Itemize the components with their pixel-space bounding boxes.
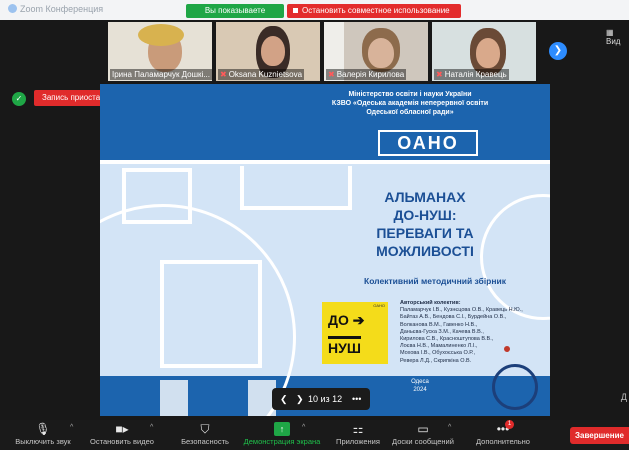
more-button[interactable]: ••• Дополнительно 1 — [470, 420, 536, 450]
zoom-logo-icon — [8, 4, 17, 13]
side-label: Д — [620, 392, 627, 402]
slide-city: Одеса 2024 — [400, 378, 440, 394]
chevron-right-icon: ❯ — [296, 394, 304, 404]
title-line: ПЕРЕВАГИ ТА — [376, 225, 474, 241]
view-label: Вид — [606, 37, 621, 46]
author-line: Волканова В.М., Гавенко Н.В., — [400, 321, 478, 328]
microphone-icon: 🎙 — [35, 422, 51, 436]
security-button[interactable]: ⛉ Безопасность — [176, 420, 234, 450]
prev-slide-button[interactable]: ❮ — [280, 388, 288, 410]
participant-name-row: ✖ Oksana Kuznietsova — [218, 69, 305, 80]
participant-tile-2[interactable]: ✖ Oksana Kuznietsova — [216, 22, 320, 81]
security-label: Безопасность — [181, 437, 229, 446]
title-line: АЛЬМАНАХ — [384, 189, 466, 205]
participant-tile-1[interactable]: Ірина Паламарчук Дошкі... — [108, 22, 212, 81]
author-line: Лоєва Н.В., Мамалиненко Л.І., — [400, 343, 478, 350]
shield-icon[interactable]: ✓ — [12, 92, 26, 106]
participant-name: Ірина Паламарчук Дошкі... — [110, 69, 212, 80]
stop-share-label: Остановить совместное использование — [302, 6, 450, 15]
author-line: Кирилова С.В., Красноштупова В.В., — [400, 336, 494, 343]
participant-name: Oksana Kuznietsova — [228, 70, 303, 79]
meeting-toolbar: 🎙 Выключить звук ^ ■▸ Остановить видео ^… — [0, 420, 629, 450]
decor-dot — [504, 346, 510, 352]
view-button[interactable]: ▦ Вид — [606, 28, 629, 46]
authors-list: Авторський колектив: Паламарчук І.В., Ку… — [400, 300, 530, 365]
more-options-button[interactable]: ••• — [352, 388, 361, 410]
logo-top-text: ДО — [328, 312, 349, 328]
end-meeting-button[interactable]: Завершение — [570, 427, 629, 444]
author-line: Байтаз А.В., Бендова С.І., Бурдейна О.В.… — [400, 314, 507, 321]
stop-share-button[interactable]: Остановить совместное использование — [287, 4, 461, 18]
year-text: 2024 — [413, 387, 427, 393]
slide-divider — [100, 160, 550, 164]
city-text: Одеса — [411, 379, 429, 385]
video-label: Остановить видео — [90, 437, 154, 446]
logo-top-row: ДО ➔ — [328, 312, 365, 329]
next-participants-button[interactable]: ❯ — [549, 42, 567, 60]
chevron-up-icon[interactable]: ^ — [150, 424, 153, 431]
title-line: МОЖЛИВОСТІ — [376, 243, 474, 259]
muted-mic-icon: ✖ — [436, 70, 443, 79]
shield-icon: ⛉ — [200, 422, 210, 436]
decor-block — [160, 380, 188, 416]
video-button[interactable]: ■▸ Остановить видео ^ — [84, 420, 160, 450]
participant-name-row: ✖ Наталія Кравець — [434, 69, 509, 80]
decor-square — [240, 166, 352, 210]
app-title-text: Zoom Конференция — [20, 4, 104, 14]
title-line: ДО-НУШ: — [393, 207, 457, 223]
arrow-right-icon: ➔ — [352, 312, 365, 328]
title-bar: Zoom Конференция Вы показываете слайды О… — [0, 0, 629, 29]
stop-icon — [293, 8, 298, 13]
chevron-left-icon: ❮ — [280, 394, 288, 404]
slide-title: АЛЬМАНАХ ДО-НУШ: ПЕРЕВАГИ ТА МОЖЛИВОСТІ — [350, 188, 500, 260]
chevron-up-icon[interactable]: ^ — [302, 424, 305, 431]
logo-bottom-text: НУШ — [328, 336, 361, 356]
chevron-up-icon[interactable]: ^ — [448, 424, 451, 431]
decor-ring — [492, 364, 538, 410]
sharing-status-badge: Вы показываете слайды — [186, 4, 284, 29]
mute-label: Выключить звук — [15, 437, 71, 446]
participant-tile-4[interactable]: ✖ Наталія Кравець — [432, 22, 536, 81]
do-nush-logo: ОАНО ДО ➔ НУШ — [322, 302, 388, 364]
logo-small-text: ОАНО — [373, 303, 385, 308]
apps-icon: ⚏ — [352, 422, 364, 436]
next-slide-button[interactable]: ❯ — [296, 388, 304, 410]
shared-slide: Міністерство освіти і науки України КЗВО… — [100, 84, 550, 416]
whiteboard-label: Доски сообщений — [392, 437, 454, 446]
muted-mic-icon: ✖ — [328, 70, 335, 79]
video-camera-icon: ■▸ — [115, 422, 129, 436]
oano-logo: ОАНО — [378, 130, 478, 156]
participant-name-row: ✖ Валерія Кирилова — [326, 69, 407, 80]
author-line: Даньєва-Гуска З.М., Качева В.В., — [400, 328, 484, 335]
app-title: Zoom Конференция — [8, 4, 103, 14]
chevron-right-icon: ❯ — [553, 45, 563, 56]
whiteboard-icon: ▭ — [417, 422, 429, 436]
author-line: Мохова І.В., Обухоєська О.Р., — [400, 350, 475, 357]
more-label: Дополнительно — [476, 437, 530, 446]
mute-button[interactable]: 🎙 Выключить звук ^ — [10, 420, 76, 450]
slide-subtitle: Колективний методичний збірник — [364, 276, 506, 286]
slide-counter: 10 из 12 — [308, 394, 343, 404]
participant-tile-3[interactable]: ✖ Валерія Кирилова — [324, 22, 428, 81]
notification-badge: 1 — [505, 420, 514, 429]
participant-name: Наталія Кравець — [444, 70, 507, 79]
apps-label: Приложения — [336, 437, 380, 446]
muted-mic-icon: ✖ — [220, 70, 227, 79]
grid-icon: ▦ — [606, 28, 614, 37]
ministry-line: Міністерство освіти і науки України — [348, 91, 472, 98]
institution-line: КЗВО «Одеська академія неперервної освіт… — [331, 100, 489, 107]
region-line: Одеської обласної ради» — [366, 109, 454, 116]
slide-ministry-text: Міністерство освіти і науки України КЗВО… — [310, 90, 510, 117]
slide-pager: ❮ ❯ 10 из 12 ••• — [272, 388, 370, 410]
share-arrow-icon: ↑ — [274, 422, 290, 436]
authors-header: Авторський колектив: — [400, 300, 461, 306]
chevron-up-icon[interactable]: ^ — [70, 424, 73, 431]
whiteboard-button[interactable]: ▭ Доски сообщений ^ — [390, 420, 456, 450]
apps-button[interactable]: ⚏ Приложения — [330, 420, 386, 450]
share-screen-button[interactable]: ↑ Демонстрация экрана ^ — [240, 420, 324, 450]
share-label: Демонстрация экрана — [243, 437, 321, 446]
participant-name: Валерія Кирилова — [336, 70, 405, 79]
more-dots-icon: ••• — [496, 422, 510, 436]
